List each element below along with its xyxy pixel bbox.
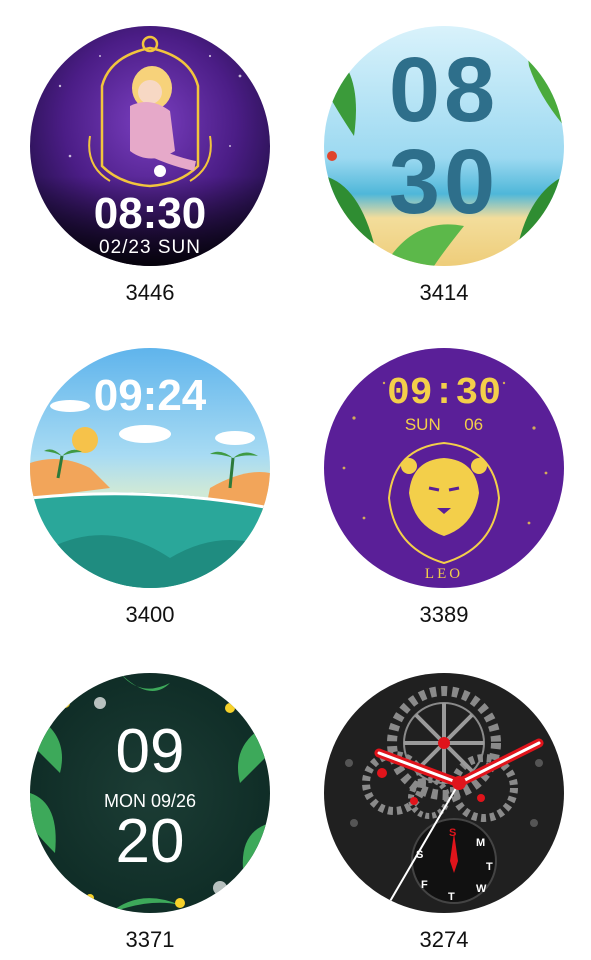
subdial-letter: T [448,891,455,903]
watch-face-3400[interactable]: 09:24 [30,348,270,588]
subdial-letter: S [449,827,457,839]
face-date: 02/23 SUN [99,237,201,258]
watch-face-id: 3274 [419,927,469,952]
watch-face-id: 3389 [419,602,469,627]
watch-face-id: 3371 [125,927,175,952]
subdial-letter: W [476,883,487,895]
watch-face-3371[interactable]: 09 MON 09/26 20 [30,673,270,913]
watch-face-id: 3446 [125,280,175,305]
face-hour: 08 [388,39,500,141]
face-sign: LEO [424,566,464,582]
subdial-letter: S [416,849,424,861]
watch-face-3446[interactable]: 08:30 02/23 SUN [30,26,270,266]
subdial-letter: F [421,879,428,891]
watch-face-id: 3414 [419,280,469,305]
watch-face-3389[interactable]: 09:30 SUN 06 LEO [324,348,564,588]
subdial-letter: M [476,837,486,849]
watch-face-3274[interactable]: S M T W T F S [324,673,564,913]
face-time: 09:24 [93,371,207,420]
face-minute: 30 [388,131,500,233]
watch-face-3414[interactable]: 08 30 [324,26,564,266]
face-hour: 09 [115,717,185,786]
face-minute: 20 [115,807,185,876]
face-date-num: 06 [464,415,484,434]
face-time: 09:30 [386,372,502,415]
subdial-letter: T [486,861,493,873]
watch-face-id: 3400 [125,602,175,627]
face-day: SUN [404,415,441,434]
face-time: 08:30 [93,189,207,238]
